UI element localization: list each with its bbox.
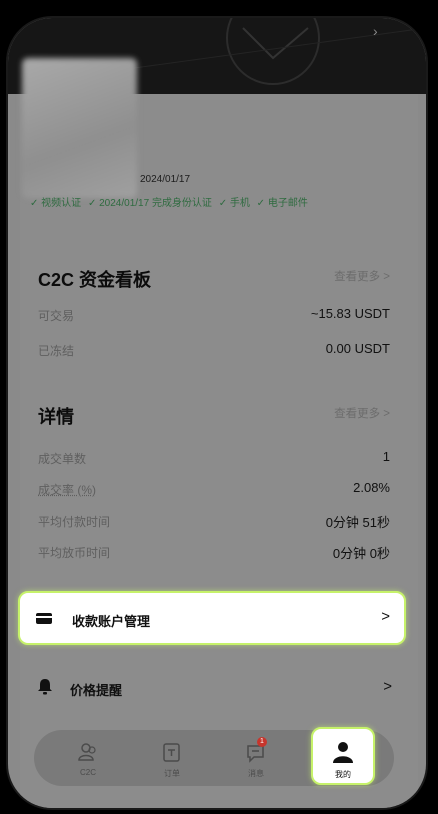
payment-accounts-button[interactable]: 收款账户管理 >	[18, 591, 406, 645]
tab-c2c-label: C2C	[79, 768, 96, 777]
users-icon	[78, 743, 96, 761]
tab-orders[interactable]: 订单	[146, 738, 198, 780]
tab-messages[interactable]: 1 消息	[230, 737, 282, 780]
message-badge: 1	[257, 737, 267, 747]
details-label-release-time: 平均放币时间	[38, 546, 111, 560]
svg-text:›: ›	[373, 23, 378, 39]
details-value-rate: 2.08%	[353, 480, 390, 495]
details-label-orders: 成交单数	[38, 452, 87, 466]
bell-icon	[38, 679, 52, 695]
profile-date: 2024/01/17	[140, 174, 191, 185]
verification-badges: ✓ 视频认证 ✓ 2024/01/17 完成身份认证 ✓ 手机 ✓ 电子邮件	[30, 194, 312, 209]
details-value-release-time: 0分钟 0秒	[332, 546, 390, 561]
price-alert-button[interactable]: 价格提醒 >	[18, 668, 406, 708]
funds-label-frozen: 已冻结	[38, 344, 75, 358]
avatar	[22, 58, 137, 198]
chevron-right-icon: >	[381, 608, 390, 625]
details-label-pay-time: 平均付款时间	[38, 515, 111, 529]
funds-value-tradable: ~15.83 USDT	[310, 306, 390, 321]
funds-label-tradable: 可交易	[38, 309, 75, 323]
funds-title: C2C 资金看板	[38, 270, 152, 290]
funds-value-frozen: 0.00 USDT	[325, 341, 390, 356]
tab-messages-label: 消息	[248, 769, 264, 778]
tab-me-label: 我的	[335, 770, 351, 779]
details-see-more[interactable]: 查看更多 >	[334, 405, 390, 421]
tab-orders-label: 订单	[164, 769, 180, 778]
card-icon	[36, 613, 52, 624]
payment-accounts-label: 收款账户管理	[72, 614, 151, 629]
order-icon	[163, 743, 180, 762]
person-icon	[333, 742, 353, 763]
price-alert-label: 价格提醒	[70, 683, 123, 698]
details-title: 详情	[38, 407, 74, 427]
verify-video: ✓ 视频认证	[30, 198, 82, 209]
verify-phone: ✓ 手机	[218, 198, 250, 209]
funds-see-more[interactable]: 查看更多 >	[334, 268, 390, 284]
details-label-rate[interactable]: 成交率 (%)	[38, 481, 96, 498]
verify-email: ✓ 电子邮件	[256, 198, 308, 209]
details-value-orders: 1	[382, 449, 390, 464]
chevron-right-icon: >	[383, 678, 392, 695]
tab-c2c[interactable]: C2C	[62, 738, 114, 780]
verify-identity: ✓ 2024/01/17 完成身份认证	[87, 198, 212, 209]
details-value-pay-time: 0分钟 51秒	[325, 515, 390, 530]
tab-me[interactable]: 我的	[311, 727, 375, 785]
